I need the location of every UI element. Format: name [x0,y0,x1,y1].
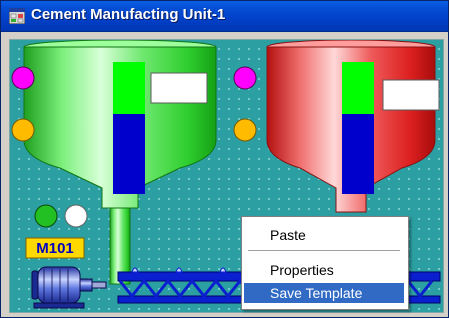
indicator-lamp-magenta-left[interactable] [11,66,35,90]
menu-item-paste[interactable]: Paste [244,225,404,245]
app-window: Cement Manufacting Unit-1 M101 Paste Pro… [0,0,449,318]
indicator-lamp-orange-left[interactable] [11,118,35,142]
motor[interactable] [31,266,107,309]
menu-separator [248,250,400,251]
indicator-lamp-white[interactable] [64,204,88,228]
indicator-lamp-green[interactable] [34,204,58,228]
indicator-lamp-magenta-right[interactable] [233,66,257,90]
window-title: Cement Manufacting Unit-1 [31,6,226,23]
context-menu: Paste Properties Save Template [241,216,409,310]
hopper-right-level-top [342,62,374,114]
hopper-right[interactable] [266,40,436,213]
hopper-left-value-box[interactable] [150,72,208,104]
indicator-lamp-orange-right[interactable] [233,118,257,142]
title-bar[interactable]: Cement Manufacting Unit-1 [1,1,448,32]
app-icon[interactable] [9,8,25,24]
menu-item-properties[interactable]: Properties [244,260,404,280]
hopper-right-value-box[interactable] [382,79,440,111]
hopper-right-level-fill [342,114,374,194]
motor-tag: M101 [36,240,74,257]
hopper-left-level-fill [113,114,145,194]
hopper-left-level-top [113,62,145,114]
menu-item-save-template[interactable]: Save Template [244,283,404,303]
